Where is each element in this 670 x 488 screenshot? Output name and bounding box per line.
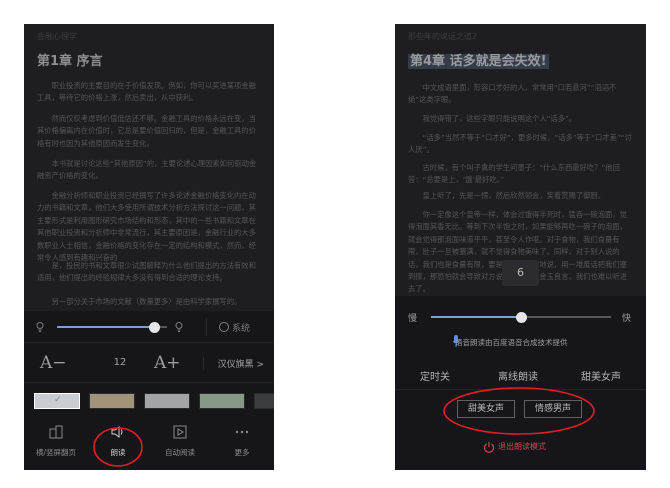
speed-slider[interactable] (431, 311, 611, 323)
settings-panel: 系统 A− 12 A+ 汉仪旗黑 > ✓ 横/竖屏翻页 朗读 自动阅读 更多 (24, 311, 274, 470)
tab-label: 更多 (234, 448, 250, 457)
font-row: A− 12 A+ 汉仪旗黑 > (24, 343, 274, 383)
speed-value: 6 (517, 266, 524, 279)
paragraph: 古时候，有个叫子禽的学生问墨子：“什么东西最好吃？”他回答：“总要是上，‘饿’最… (408, 163, 620, 185)
paragraph: 本书就是讨论这些“其他原因”的，主要论述心理因素如何驱动金融资产价格的变化。 (37, 159, 257, 181)
tts-provider-note: 语音朗读由百度语音合成技术提供 (455, 338, 568, 347)
system-brightness-toggle[interactable]: 系统 (206, 318, 266, 336)
font-increase-button[interactable]: A+ (154, 353, 181, 373)
paragraph: 我觉得错了，这些字眼只能说明这个人“话多”。 (422, 114, 577, 123)
tab-read-aloud[interactable]: 朗读 (88, 421, 148, 461)
paragraph: 中文成语里面，形容口才好的人，常常用“口若悬河”“滔滔不绝”这类字眼。 (408, 83, 617, 105)
paragraph: 是，投民的书和文章很少试图解释为什么他们提出的方法有效和适用，他们提出的经验规律… (37, 261, 256, 283)
speed-slider-knob[interactable] (515, 311, 527, 323)
paragraph: 然而仅仅考虑到价值低估还不够。金融工具的价格永远在变，当其价格偏离内在价值时，它… (37, 114, 256, 148)
highlighted-chapter-title: 第4章 话多就是会失效! (408, 54, 549, 69)
tab-label: 横/竖屏翻页 (35, 448, 77, 457)
speed-slow-label: 慢 (408, 314, 418, 324)
voice-select-button[interactable]: 甜美女声 (581, 368, 621, 383)
brightness-low-icon (36, 322, 44, 332)
brightness-slider-knob[interactable] (148, 321, 160, 333)
tab-auto-read[interactable]: 自动阅读 (150, 421, 210, 461)
book-title: 金融心理学 (37, 32, 77, 41)
book-title: 那些年的说话之道2 (408, 32, 478, 41)
read-aloud-options-row: 定时关 离线朗读 甜美女声 (395, 358, 646, 390)
reader-screen-settings: 金融心理学 第1章 序言 职业投资的主要目的在于价值发现。例如，你可以买进某项金… (24, 24, 274, 470)
timer-off-button[interactable]: 定时关 (420, 368, 450, 383)
theme-swatch[interactable] (199, 393, 245, 409)
tab-label: 朗读 (110, 448, 126, 457)
tab-more[interactable]: 更多 (212, 421, 272, 461)
paragraph: 职业投资的主要目的在于价值发现。例如，你可以买进某项金融工具，等待它的价格上涨，… (37, 81, 256, 103)
font-size-value: 12 (113, 357, 127, 368)
tab-page-flip[interactable]: 横/竖屏翻页 (26, 421, 86, 461)
page-flip-icon (49, 425, 63, 439)
chapter-title: 第4章 话多就是会失效! (408, 50, 549, 69)
theme-swatch[interactable] (89, 393, 135, 409)
speed-slider-fill (431, 316, 521, 318)
paragraph: 皇上听了，先是一愣，然后欣然领会，笑着赏赐了御厨。 (422, 191, 606, 200)
speed-value-bubble: 6 (502, 260, 539, 286)
voice-option-emotional-male[interactable]: 情感男声 (524, 400, 582, 418)
exit-read-aloud-label: 退出朗读模式 (498, 442, 546, 451)
font-decrease-button[interactable]: A− (40, 353, 67, 373)
paragraph: 另一部分关于市场的文献（数量更多）是由科学家撰写的。 (51, 297, 242, 306)
brightness-row: 系统 (24, 311, 274, 343)
chapter-title: 第1章 序言 (37, 54, 103, 69)
system-radio-icon (219, 322, 229, 332)
brightness-slider-fill (57, 326, 154, 328)
brightness-high-icon (175, 322, 183, 332)
power-icon (483, 441, 495, 453)
theme-swatch[interactable]: ✓ (34, 393, 80, 409)
speed-fast-label: 快 (622, 314, 632, 324)
theme-swatch[interactable] (254, 393, 274, 409)
reader-screen-read-aloud: 那些年的说话之道2 第4章 话多就是会失效! 中文成语里面，形容口才好的人，常常… (395, 24, 646, 470)
more-icon (235, 430, 249, 434)
font-face-button[interactable]: 汉仪旗黑 > (202, 357, 264, 370)
speaker-icon (111, 426, 123, 438)
paragraph: “话多”当然不等于“口才好”，更多时候，“话多”等于“口才差”“讨人厌”。 (408, 133, 632, 155)
offline-read-button[interactable]: 离线朗读 (498, 368, 538, 383)
voice-option-sweet-female[interactable]: 甜美女声 (457, 400, 515, 418)
system-brightness-label: 系统 (232, 324, 251, 334)
tab-label: 自动阅读 (165, 448, 195, 457)
play-icon (173, 425, 187, 439)
brightness-slider[interactable] (57, 321, 167, 333)
read-aloud-panel: 慢 快 语音朗读由百度语音合成技术提供 定时关 离线朗读 甜美女声 甜美女声 情… (395, 296, 646, 470)
check-icon: ✓ (54, 395, 62, 405)
theme-swatch[interactable] (144, 393, 190, 409)
